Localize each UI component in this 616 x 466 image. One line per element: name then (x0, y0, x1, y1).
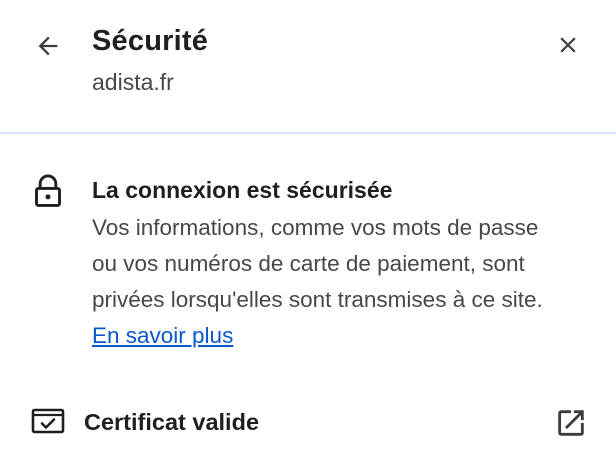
connection-title: La connexion est sécurisée (92, 177, 393, 203)
arrow-back-icon (38, 36, 58, 56)
site-domain: adista.fr (92, 69, 174, 95)
back-button[interactable] (28, 26, 68, 66)
open-in-new-icon[interactable] (554, 406, 588, 440)
certificate-row[interactable]: Certificat valide (0, 392, 616, 452)
connection-description: Vos informations, comme vos mots de pass… (92, 210, 562, 354)
certificate-label: Certificat valide (84, 409, 260, 435)
certificate-icon (31, 408, 65, 434)
page-title: Sécurité (92, 25, 209, 57)
learn-more-link[interactable]: En savoir plus (92, 323, 233, 348)
lock-icon (35, 174, 61, 207)
connection-description-text: Vos informations, comme vos mots de pass… (92, 215, 543, 312)
header-divider (0, 132, 616, 134)
close-icon (560, 37, 576, 53)
security-panel-header: Sécurité adista.fr (0, 0, 616, 132)
close-button[interactable] (548, 25, 588, 65)
